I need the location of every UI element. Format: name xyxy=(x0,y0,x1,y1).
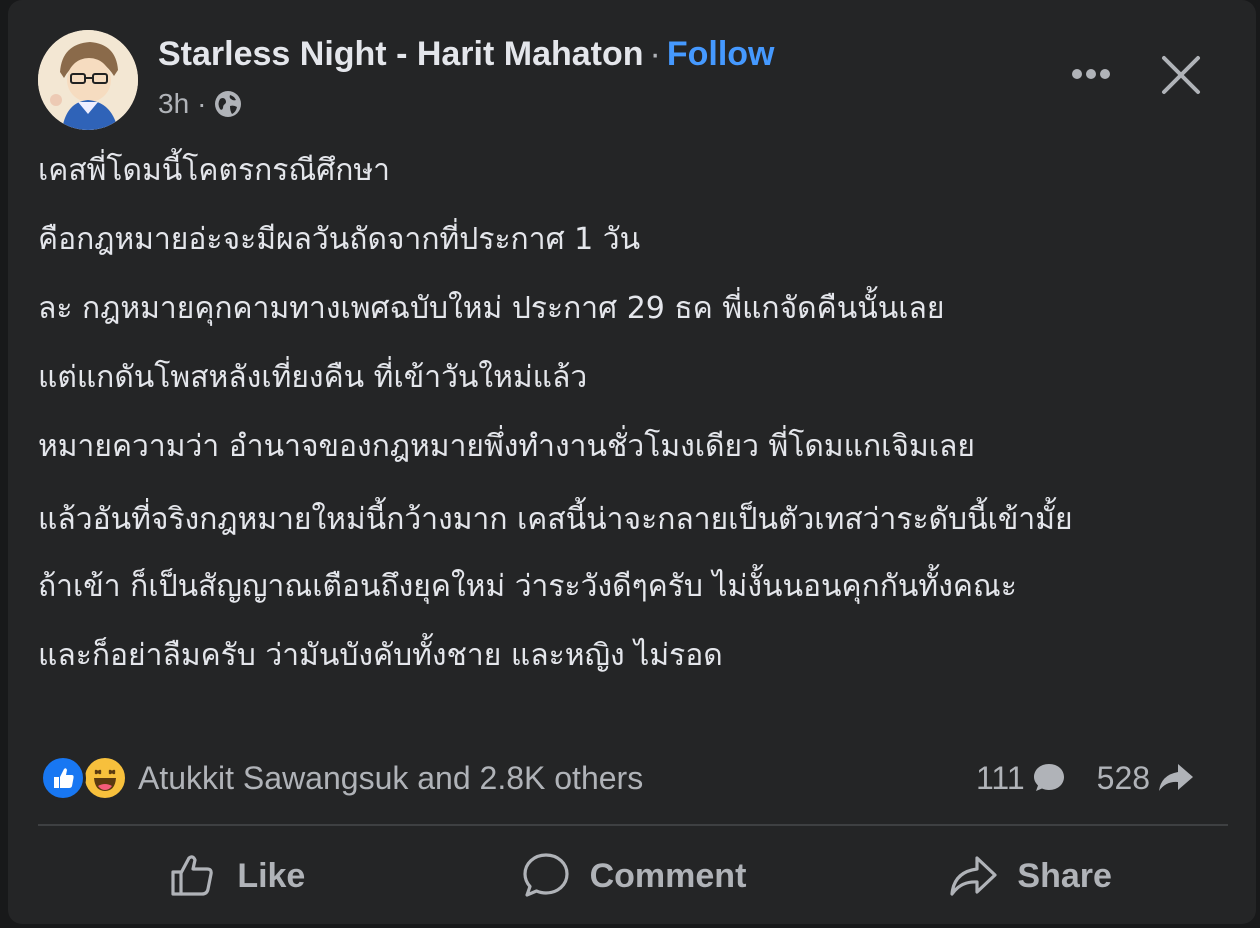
comment-bubble-icon xyxy=(1033,764,1064,791)
post-meta: 3h · xyxy=(158,86,242,122)
comment-icon xyxy=(523,853,569,897)
avatar-image xyxy=(38,30,138,130)
more-options-button[interactable] xyxy=(1066,54,1116,94)
comment-label: Comment xyxy=(589,856,747,895)
close-button[interactable] xyxy=(1158,52,1204,98)
like-reaction-icon xyxy=(40,755,86,801)
post-line: ถ้าเข้า ก็เป็นสัญญาณเตือนถึงยุคใหม่ ว่าร… xyxy=(38,569,1017,604)
author-avatar[interactable] xyxy=(38,30,138,130)
post-line: คือกฎหมายอ่ะจะมีผลวันถัดจากที่ประกาศ 1 ว… xyxy=(38,222,641,257)
share-button[interactable]: Share xyxy=(831,840,1228,912)
more-dots-icon xyxy=(1072,69,1110,79)
share-arrow-icon xyxy=(1159,764,1194,791)
action-bar: Like Comment Share xyxy=(38,840,1228,912)
divider xyxy=(38,824,1228,826)
post-line: และก็อย่าลืมครับ ว่ามันบังคับทั้งชาย และ… xyxy=(38,638,723,673)
reaction-summary-text[interactable]: Atukkit Sawangsuk and 2.8K others xyxy=(138,760,643,797)
author-name[interactable]: Starless Night - Harit Mahaton xyxy=(158,35,644,73)
shares-count-value: 528 xyxy=(1096,759,1151,796)
like-button[interactable]: Like xyxy=(38,840,435,912)
post-text: เคสพี่โดมนี้โคตรกรณีศึกษา คือกฎหมายอ่ะจะ… xyxy=(38,152,1230,706)
share-label: Share xyxy=(1017,856,1112,895)
haha-reaction-icon xyxy=(82,755,128,801)
post-line: ละ กฎหมายคุกคามทางเพศฉบับใหม่ ประกาศ 29 … xyxy=(38,291,945,326)
comments-count-value: 111 xyxy=(976,759,1025,796)
globe-icon xyxy=(214,90,242,118)
comments-count[interactable]: 111 xyxy=(976,760,1067,797)
post-line: เคสพี่โดมนี้โคตรกรณีศึกษา xyxy=(38,153,391,188)
comment-button[interactable]: Comment xyxy=(435,840,832,912)
post-line: แต่แกดันโพสหลังเที่ยงคืน ที่เข้าวันใหม่แ… xyxy=(38,360,588,395)
close-icon xyxy=(1162,56,1200,94)
reactions-summary[interactable]: Atukkit Sawangsuk and 2.8K others xyxy=(40,754,643,802)
post-line: หมายความว่า อำนาจของกฎหมายพึ่งทำงานชั่วโ… xyxy=(38,429,975,464)
author-separator: · xyxy=(649,35,661,73)
like-label: Like xyxy=(237,856,306,895)
engagement-counts: 111 528 xyxy=(976,754,1196,802)
author-line: Starless Night - Harit Mahaton · Follow xyxy=(158,34,775,74)
post-card: Starless Night - Harit Mahaton · Follow 3h… xyxy=(8,0,1256,924)
follow-button[interactable]: Follow xyxy=(667,35,775,73)
post-line: แล้วอันที่จริงกฎหมายใหม่นี้กว้างมาก เคสน… xyxy=(38,502,1073,537)
meta-separator: · xyxy=(197,88,207,119)
share-icon xyxy=(950,856,998,896)
shares-count[interactable]: 528 xyxy=(1097,760,1196,797)
post-time[interactable]: 3h xyxy=(158,86,189,122)
like-icon xyxy=(171,855,214,896)
